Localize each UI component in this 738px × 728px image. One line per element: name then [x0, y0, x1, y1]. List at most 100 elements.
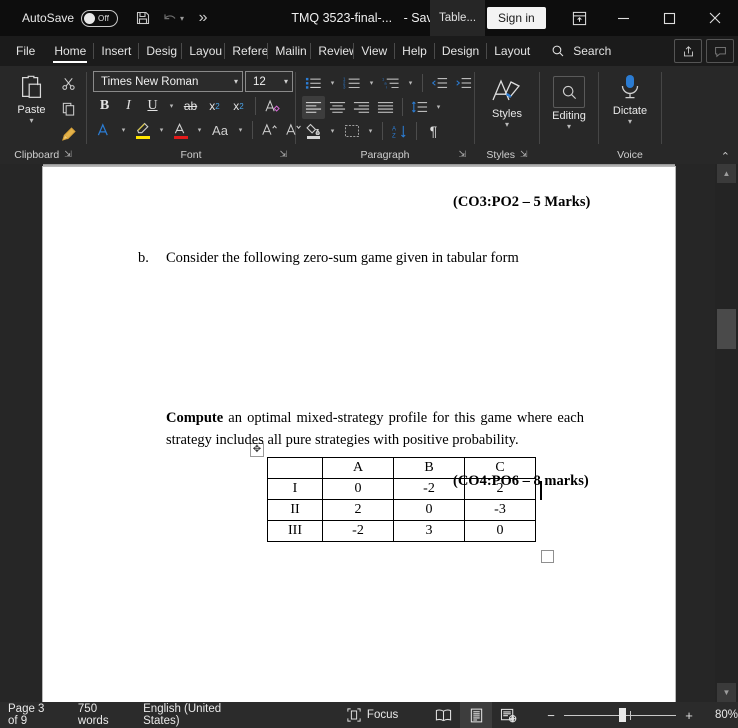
tab-table-layout[interactable]: Layout [487, 36, 537, 66]
editing-button[interactable]: Editing ▾ [546, 74, 592, 131]
numbering-chevron-down-icon[interactable]: ▾ [365, 72, 378, 95]
print-layout-button[interactable] [459, 702, 493, 728]
table-row[interactable]: II 2 0 -3 [267, 499, 536, 521]
autosave-switch[interactable]: Off [81, 9, 119, 27]
table-cell[interactable]: 3 [393, 520, 465, 542]
minimize-icon[interactable] [600, 0, 646, 36]
paste-chevron-down-icon[interactable]: ▾ [29, 117, 33, 125]
font-dialog-launcher-icon[interactable]: ⇲ [279, 149, 287, 160]
grow-font-button[interactable] [258, 119, 281, 142]
justify-button[interactable] [374, 96, 397, 119]
table-resize-handle-icon[interactable] [541, 550, 554, 563]
font-color-chevron-down-icon[interactable]: ▾ [193, 119, 206, 142]
undo-icon[interactable]: ▾ [158, 3, 188, 33]
page-indicator[interactable]: Page 3 of 9 [0, 702, 67, 728]
table-cell[interactable]: III [267, 520, 323, 542]
autosave-toggle[interactable]: AutoSave Off [22, 9, 119, 27]
tab-help[interactable]: Help [395, 36, 434, 66]
close-icon[interactable] [692, 0, 738, 36]
bullets-chevron-down-icon[interactable]: ▾ [326, 72, 339, 95]
font-size-chevron-down-icon[interactable]: ▾ [284, 77, 288, 86]
show-formatting-marks-button[interactable]: ¶ [422, 120, 445, 143]
borders-chevron-down-icon[interactable]: ▾ [364, 120, 377, 143]
tab-file[interactable]: File [0, 36, 47, 66]
zoom-level[interactable]: 80% [702, 709, 738, 721]
subscript-button[interactable]: x2 [203, 95, 226, 118]
table-cell[interactable]: 0 [464, 520, 536, 542]
language-indicator[interactable]: English (United States) [132, 702, 250, 728]
underline-button[interactable]: U [141, 95, 164, 118]
change-case-button[interactable]: Aa [207, 119, 233, 142]
font-name-chevron-down-icon[interactable]: ▾ [234, 77, 238, 86]
more-commands-icon[interactable]: » [188, 3, 218, 33]
tab-table-design[interactable]: Design [435, 36, 486, 66]
dictate-chevron-down-icon[interactable]: ▾ [628, 118, 632, 126]
font-color-a-button[interactable] [93, 119, 116, 142]
tab-design[interactable]: Desig [139, 36, 181, 66]
table-cell[interactable]: -2 [322, 520, 394, 542]
word-count[interactable]: 750 words [67, 702, 132, 728]
web-layout-button[interactable] [492, 702, 525, 728]
ribbon-display-options-icon[interactable] [558, 0, 600, 36]
strikethrough-button[interactable]: ab [179, 95, 202, 118]
multilevel-list-button[interactable]: 1ai [379, 72, 403, 95]
superscript-button[interactable]: x2 [227, 95, 250, 118]
scroll-up-icon[interactable]: ▲ [717, 164, 736, 183]
table-cell[interactable]: 0 [393, 499, 465, 521]
font-color-a-chevron-down-icon[interactable]: ▾ [117, 119, 130, 142]
cut-button[interactable] [57, 72, 80, 95]
tab-mailings[interactable]: Mailin [268, 36, 310, 66]
zoom-out-icon[interactable]: − [545, 708, 557, 723]
line-spacing-button[interactable] [408, 96, 431, 119]
tab-references[interactable]: Refere [225, 36, 267, 66]
highlight-chevron-down-icon[interactable]: ▾ [155, 119, 168, 142]
table-cell[interactable]: 2 [322, 499, 394, 521]
multilevel-chevron-down-icon[interactable]: ▾ [404, 72, 417, 95]
copy-button[interactable] [57, 97, 80, 120]
styles-button[interactable]: Styles ▾ [481, 74, 533, 129]
decrease-indent-button[interactable] [428, 72, 451, 95]
paste-button[interactable]: Paste ▾ [6, 70, 57, 125]
line-spacing-chevron-down-icon[interactable]: ▾ [432, 96, 445, 119]
collapse-ribbon-icon[interactable]: ⌃ [721, 150, 730, 163]
tab-view[interactable]: View [354, 36, 394, 66]
sort-button[interactable]: AZ [388, 120, 411, 143]
styles-chevron-down-icon[interactable]: ▾ [505, 121, 509, 129]
borders-button[interactable] [340, 120, 363, 143]
align-left-button[interactable] [302, 95, 325, 119]
text-effects-button[interactable] [261, 95, 284, 118]
change-case-chevron-down-icon[interactable]: ▾ [234, 119, 247, 142]
tab-review[interactable]: Review [311, 36, 353, 66]
zoom-slider-thumb[interactable] [618, 708, 626, 722]
zoom-slider[interactable] [563, 708, 676, 722]
table-row[interactable]: III -2 3 0 [267, 520, 536, 542]
vertical-scrollbar[interactable]: ▲ ▼ [715, 164, 738, 702]
scrollbar-thumb[interactable] [717, 309, 736, 349]
align-right-button[interactable] [350, 96, 373, 119]
paragraph-dialog-launcher-icon[interactable]: ⇲ [458, 149, 466, 160]
styles-dialog-launcher-icon[interactable]: ⇲ [520, 149, 528, 160]
shading-button[interactable] [302, 120, 325, 143]
scroll-down-icon[interactable]: ▼ [717, 683, 736, 702]
bold-button[interactable]: B [93, 95, 116, 118]
payoff-table[interactable]: A B C I 0 -2 2 II 2 0 -3 III -2 3 0 [267, 457, 536, 542]
tab-layout[interactable]: Layou [182, 36, 224, 66]
search-input[interactable]: Search [551, 36, 611, 66]
table-cell[interactable]: II [267, 499, 323, 521]
font-size-input[interactable]: 12 ▾ [245, 71, 293, 92]
bullets-button[interactable] [302, 72, 325, 95]
italic-button[interactable]: I [117, 95, 140, 118]
sign-in-button[interactable]: Sign in [487, 7, 546, 29]
comments-icon[interactable] [706, 39, 734, 63]
text-highlight-button[interactable] [131, 119, 154, 142]
underline-chevron-down-icon[interactable]: ▾ [165, 95, 178, 118]
align-center-button[interactable] [326, 96, 349, 119]
document-page[interactable]: (CO3:PO2 – 5 Marks) b. Consider the foll… [43, 167, 675, 702]
document-name[interactable]: TMQ 3523-final-... [291, 11, 392, 25]
maximize-icon[interactable] [646, 0, 692, 36]
contextual-table-tab[interactable]: Table... [430, 0, 485, 36]
save-icon[interactable] [128, 3, 158, 33]
shading-chevron-down-icon[interactable]: ▾ [326, 120, 339, 143]
increase-indent-button[interactable] [452, 72, 475, 95]
zoom-in-icon[interactable]: + [683, 708, 695, 723]
